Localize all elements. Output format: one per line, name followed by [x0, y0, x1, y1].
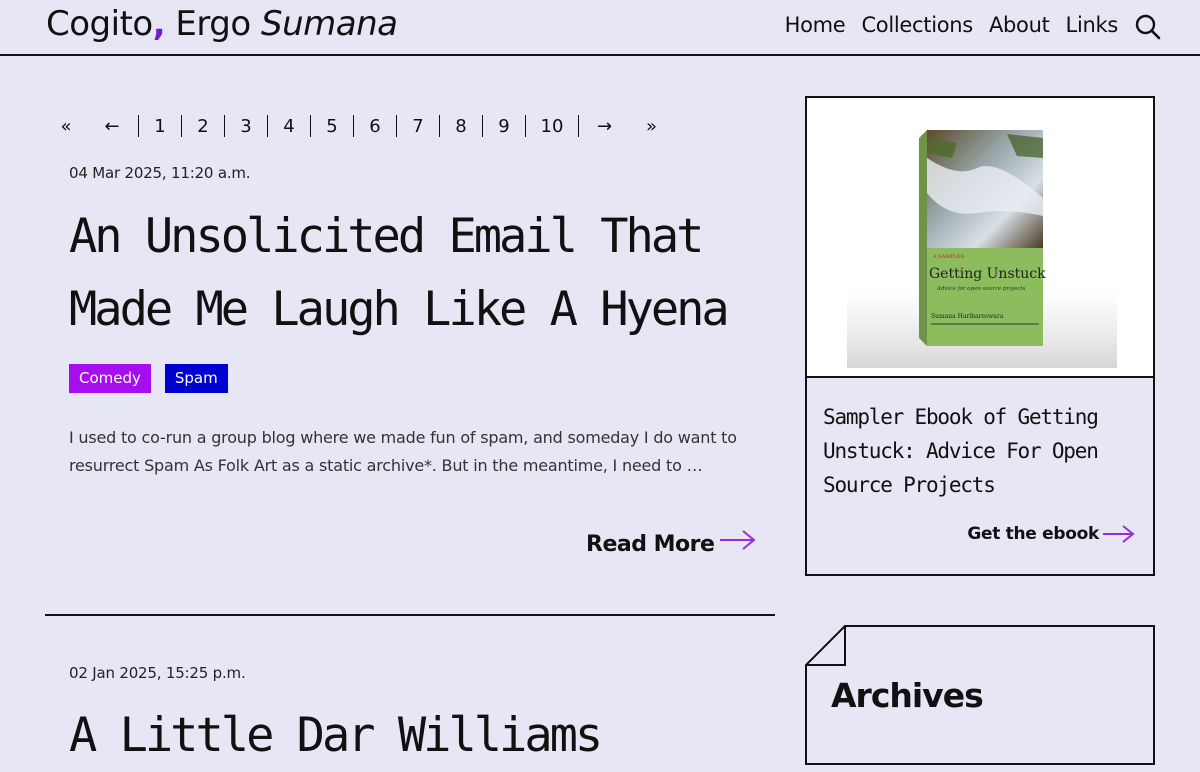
pagination-page-7[interactable]: 7	[396, 115, 439, 137]
cover-series: A SAMPLER	[932, 254, 965, 260]
pagination-page-6[interactable]: 6	[353, 115, 396, 137]
book-cover-illustration: A SAMPLER Getting Unstuck Advice for ope…	[847, 130, 1117, 368]
pagination-page-4[interactable]: 4	[267, 115, 310, 137]
nav-home[interactable]: Home	[785, 13, 846, 37]
site-title-part1: Cogito	[46, 4, 153, 44]
pagination-last[interactable]: »	[630, 115, 673, 137]
pagination-page-1[interactable]: 1	[138, 115, 181, 137]
pagination-page-8[interactable]: 8	[439, 115, 482, 137]
post-title[interactable]: An Unsolicited Email That Made Me Laugh …	[69, 200, 769, 346]
site-title-part3: Sumana	[261, 4, 398, 44]
arrow-right-icon	[720, 529, 756, 550]
pagination-prev[interactable]: ←	[86, 115, 138, 137]
folded-corner-icon	[805, 625, 846, 666]
site-title[interactable]: Cogito, Ergo Sumana	[46, 4, 398, 44]
pagination-page-3[interactable]: 3	[224, 115, 267, 137]
nav-about[interactable]: About	[989, 13, 1050, 37]
site-header: Cogito, Ergo Sumana Home Collections Abo…	[0, 0, 1200, 56]
pagination-page-5[interactable]: 5	[310, 115, 353, 137]
post-date: 04 Mar 2025, 11:20 a.m.	[69, 164, 251, 182]
pagination: « ← 1 2 3 4 5 6 7 8 9 10 → »	[46, 112, 673, 140]
post-date: 02 Jan 2025, 15:25 p.m.	[69, 664, 246, 682]
nav-collections[interactable]: Collections	[861, 13, 973, 37]
site-title-part2: Ergo	[165, 4, 261, 44]
get-ebook-label: Get the ebook	[967, 524, 1099, 544]
pagination-page-9[interactable]: 9	[482, 115, 525, 137]
site-title-comma: ,	[152, 4, 166, 44]
pagination-page-2[interactable]: 2	[181, 115, 224, 137]
ebook-cover-image[interactable]: A SAMPLER Getting Unstuck Advice for ope…	[807, 98, 1153, 378]
search-button[interactable]	[1134, 13, 1162, 41]
cover-subtitle: Advice for open source projects	[936, 286, 1026, 292]
nav-links[interactable]: Links	[1066, 13, 1119, 37]
get-ebook-link[interactable]: Get the ebook	[967, 522, 1137, 546]
tag-comedy[interactable]: Comedy	[69, 364, 151, 393]
pagination-first[interactable]: «	[46, 115, 86, 137]
tag-spam[interactable]: Spam	[164, 364, 228, 393]
search-icon	[1135, 14, 1161, 40]
post-tags: Comedy Spam	[69, 364, 228, 393]
pagination-page-10[interactable]: 10	[525, 115, 578, 137]
cover-author: Sumana Harihareswara	[931, 313, 1004, 320]
arrow-right-icon	[1103, 525, 1135, 543]
main-nav: Home Collections About Links	[769, 13, 1119, 37]
post-title[interactable]: A Little Dar Williams	[69, 699, 769, 772]
pagination-next[interactable]: →	[578, 115, 630, 137]
cover-title: Getting Unstuck	[929, 266, 1046, 282]
ebook-promo-card: A SAMPLER Getting Unstuck Advice for ope…	[805, 96, 1155, 576]
post-excerpt: I used to co-run a group blog where we m…	[69, 428, 737, 475]
read-more-label: Read More	[586, 532, 715, 557]
read-more-link[interactable]: Read More	[586, 529, 758, 557]
archives-heading: Archives	[831, 676, 984, 715]
post-divider	[45, 614, 775, 616]
ebook-caption: Sampler Ebook of Getting Unstuck: Advice…	[823, 405, 1099, 497]
